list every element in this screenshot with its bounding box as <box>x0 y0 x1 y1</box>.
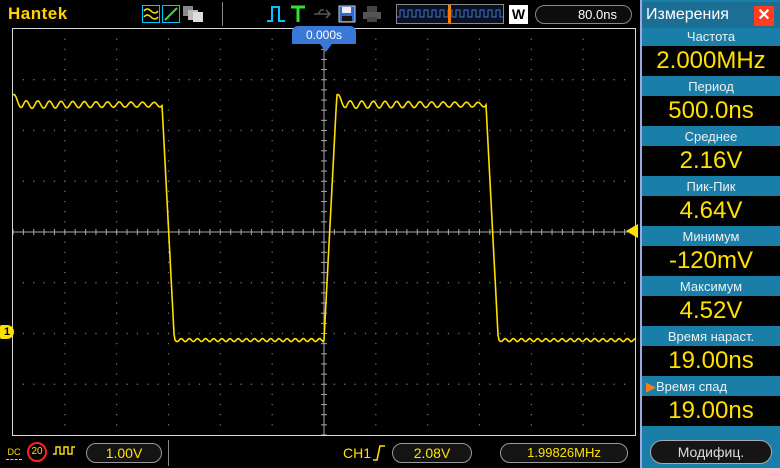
measurement-value: 2.16V <box>642 146 780 176</box>
frequency-counter: 1.99826MHz <box>500 443 628 463</box>
measurement-value: 4.52V <box>642 296 780 326</box>
measurement-value: 19.00ns <box>642 346 780 376</box>
print-icon[interactable] <box>362 5 382 23</box>
modify-button[interactable]: Модифиц. <box>650 440 772 464</box>
measurement-minimum[interactable]: Минимум -120mV <box>642 228 780 278</box>
memory-overview-bar[interactable] <box>396 4 504 24</box>
measurement-value: 19.00ns <box>642 396 780 426</box>
measurement-label: Максимум <box>642 278 780 296</box>
window-badge: W <box>509 5 528 24</box>
measurement-value: 4.64V <box>642 196 780 226</box>
trigger-position-arrow-icon <box>320 44 332 52</box>
measurement-label-selected: ▶Время спад <box>642 378 780 396</box>
run-stop-icon[interactable] <box>266 5 286 23</box>
measurement-rise-time[interactable]: Время нараст. 19.00ns <box>642 328 780 378</box>
measurement-label: Период <box>642 78 780 96</box>
measurement-mean[interactable]: Среднее 2.16V <box>642 128 780 178</box>
waveform-mode-icon[interactable] <box>142 5 160 23</box>
overview-window-marker <box>448 5 451 23</box>
measurement-label: Время нараст. <box>642 328 780 346</box>
bottom-status-bar: DC 20 1.00V CH1 2.08V 1.99826MHz <box>0 436 640 468</box>
persistence-icon[interactable] <box>182 5 204 23</box>
measurement-peak-to-peak[interactable]: Пик-Пик 4.64V <box>642 178 780 228</box>
trigger-source-label[interactable]: CH1 <box>343 445 371 461</box>
rising-edge-icon[interactable] <box>372 444 386 462</box>
measurement-frequency[interactable]: Частота 2.000MHz <box>642 28 780 78</box>
measurement-label: Частота <box>642 28 780 46</box>
top-toolbar: Hantek W 80.0ns <box>0 0 640 28</box>
measurement-label: Минимум <box>642 228 780 246</box>
measurement-maximum[interactable]: Максимум 4.52V <box>642 278 780 328</box>
measurement-label: Время спад <box>656 379 728 394</box>
measurements-panel: Измерения ✕ Частота 2.000MHz Период 500.… <box>640 0 780 468</box>
measurement-value: -120mV <box>642 246 780 276</box>
vector-mode-icon[interactable] <box>162 5 180 23</box>
selection-arrow-icon: ▶ <box>646 379 656 394</box>
measurement-label: Пик-Пик <box>642 178 780 196</box>
toolbar-separator <box>222 2 223 26</box>
panel-header: Измерения ✕ <box>642 2 780 28</box>
close-button[interactable]: ✕ <box>754 6 774 26</box>
panel-title: Измерения <box>646 6 729 23</box>
usb-icon <box>312 5 332 23</box>
trigger-level-marker[interactable] <box>626 224 638 238</box>
trigger-position-marker[interactable]: 0.000s <box>292 26 356 44</box>
brand-logo: Hantek <box>8 4 68 23</box>
measurement-value: 500.0ns <box>642 96 780 126</box>
measurement-fall-time[interactable]: ▶Время спад 19.00ns <box>642 378 780 428</box>
ch1-ground-marker[interactable]: 1 <box>0 325 14 339</box>
bandwidth-limit-icon[interactable]: 20 <box>27 442 47 462</box>
probe-icon[interactable] <box>52 444 76 458</box>
ch1-trace <box>13 93 635 343</box>
ch1-volts-per-div[interactable]: 1.00V <box>86 443 162 463</box>
save-icon[interactable] <box>338 5 356 23</box>
statusbar-separator <box>168 440 169 466</box>
dc-coupling-icon[interactable]: DC <box>6 444 22 460</box>
waveform-display[interactable] <box>12 28 636 436</box>
trigger-level-readout[interactable]: 2.08V <box>392 443 472 463</box>
measurement-value: 2.000MHz <box>642 46 780 76</box>
timebase-readout[interactable]: 80.0ns <box>535 5 632 24</box>
measurement-label: Среднее <box>642 128 780 146</box>
measurement-period[interactable]: Период 500.0ns <box>642 78 780 128</box>
trigger-status-icon <box>290 5 306 23</box>
